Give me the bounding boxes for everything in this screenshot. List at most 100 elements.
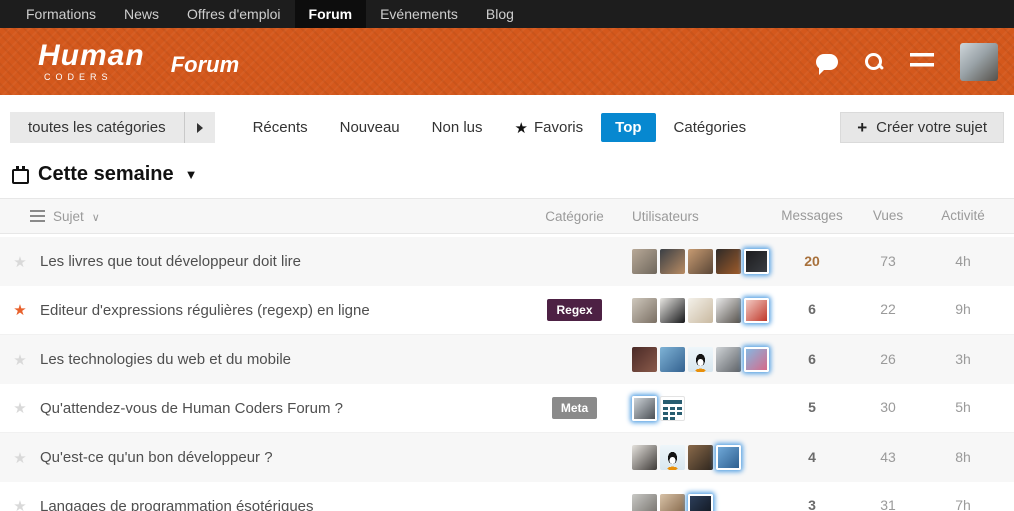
topic-title[interactable]: Qu'attendez-vous de Human Coders Forum ? — [40, 400, 343, 417]
star-icon: ★ — [514, 119, 528, 137]
poster-avatar[interactable] — [660, 249, 685, 274]
calendar-icon — [12, 165, 29, 184]
forum-header: Human CODERS Forum — [0, 28, 1014, 95]
table-row: ★ Qu'est-ce qu'un bon développeur ? 4 43… — [0, 433, 1014, 482]
posters-avatars — [632, 347, 772, 372]
table-row: ★ Les livres que tout développeur doit l… — [0, 237, 1014, 286]
poster-avatar[interactable] — [716, 347, 741, 372]
brand-logo[interactable]: Human CODERS Forum — [38, 41, 239, 82]
filter-nav-row: toutes les catégories Récents Nouveau No… — [0, 95, 1014, 157]
site-topbar: Formations News Offres d'emploi Forum Ev… — [0, 0, 1014, 28]
poster-avatar[interactable] — [688, 249, 713, 274]
topbar-item-evenements[interactable]: Evénements — [366, 0, 472, 28]
messages-count[interactable]: 4 — [808, 449, 816, 465]
period-selector[interactable]: Cette semaine ▼ — [0, 157, 1014, 198]
tab-nouveau[interactable]: Nouveau — [326, 113, 414, 142]
category-filter-dropdown[interactable]: toutes les catégories — [10, 112, 215, 143]
poster-avatar[interactable] — [632, 395, 657, 421]
activity-age[interactable]: 4h — [955, 253, 971, 269]
poster-avatar[interactable] — [688, 445, 713, 470]
views-count: 43 — [880, 448, 896, 465]
tab-categories[interactable]: Catégories — [660, 113, 761, 142]
favorite-star-icon[interactable]: ★ — [13, 399, 26, 417]
favorite-star-icon[interactable]: ★ — [13, 351, 26, 369]
activity-age[interactable]: 9h — [955, 301, 971, 317]
table-row: ★ Langages de programmation ésotériques … — [0, 482, 1014, 511]
topbar-item-formations[interactable]: Formations — [12, 0, 110, 28]
topic-title[interactable]: Les livres que tout développeur doit lir… — [40, 253, 301, 270]
poster-avatar[interactable] — [632, 493, 657, 511]
header-utilisateurs[interactable]: Utilisateurs — [632, 209, 699, 224]
activity-age[interactable]: 3h — [955, 351, 971, 367]
favorite-star-icon[interactable]: ★ — [13, 253, 26, 271]
category-filter-caret[interactable] — [183, 112, 215, 143]
category-badge[interactable]: Regex — [547, 299, 602, 321]
views-count: 30 — [880, 399, 896, 415]
posters-avatars — [632, 249, 772, 274]
topbar-item-news[interactable]: News — [110, 0, 173, 28]
hamburger-menu-icon[interactable] — [910, 53, 934, 70]
views-count: 26 — [880, 350, 896, 367]
poster-avatar[interactable] — [716, 297, 741, 323]
favorite-star-icon[interactable]: ★ — [13, 449, 26, 467]
activity-age[interactable]: 8h — [955, 449, 971, 465]
header-activite[interactable]: Activité — [941, 208, 985, 223]
poster-avatar[interactable] — [744, 347, 769, 372]
header-sujet[interactable]: Sujet — [53, 209, 84, 224]
poster-avatar-grid-logo[interactable] — [660, 395, 685, 421]
messages-count[interactable]: 6 — [808, 351, 816, 367]
poster-avatar-penguin[interactable] — [688, 347, 713, 372]
activity-age[interactable]: 7h — [955, 497, 971, 511]
poster-avatar[interactable] — [688, 297, 713, 323]
user-avatar[interactable] — [960, 42, 998, 81]
messages-count[interactable]: 3 — [808, 497, 816, 511]
favorite-star-icon[interactable]: ★ — [13, 301, 26, 319]
header-categorie[interactable]: Catégorie — [545, 209, 604, 224]
period-title: Cette semaine — [38, 163, 174, 185]
poster-avatar[interactable] — [632, 445, 657, 470]
topic-title[interactable]: Les technologies du web et du mobile — [40, 351, 291, 368]
tab-favoris[interactable]: ★ Favoris — [501, 113, 598, 143]
notifications-chat-icon[interactable] — [816, 53, 838, 75]
activity-age[interactable]: 5h — [955, 399, 971, 415]
poster-avatar-penguin[interactable] — [660, 445, 685, 470]
caret-right-icon — [196, 122, 203, 133]
topic-title[interactable]: Langages de programmation ésotériques — [40, 498, 314, 511]
tab-top[interactable]: Top — [601, 113, 656, 142]
tab-non-lus[interactable]: Non lus — [418, 113, 497, 142]
header-vues[interactable]: Vues — [873, 208, 903, 223]
category-badge[interactable]: Meta — [551, 397, 598, 419]
brand-human-coders: Human CODERS — [38, 41, 145, 82]
header-messages[interactable]: Messages — [781, 208, 843, 223]
search-icon[interactable] — [864, 52, 884, 72]
posters-avatars — [632, 297, 772, 323]
tab-recents[interactable]: Récents — [239, 113, 322, 142]
views-count: 31 — [880, 497, 896, 511]
topic-title[interactable]: Editeur d'expressions régulières (regexp… — [40, 302, 370, 319]
poster-avatar[interactable] — [660, 297, 685, 323]
messages-count[interactable]: 5 — [808, 399, 816, 415]
poster-avatar[interactable] — [660, 493, 685, 511]
poster-avatar[interactable] — [688, 493, 713, 511]
tab-favoris-label: Favoris — [533, 119, 584, 136]
poster-avatar[interactable] — [716, 445, 741, 470]
chevron-down-icon: ∨ — [91, 211, 100, 224]
topic-title[interactable]: Qu'est-ce qu'un bon développeur ? — [40, 449, 273, 466]
messages-count[interactable]: 6 — [808, 301, 816, 317]
poster-avatar[interactable] — [660, 347, 685, 372]
topbar-item-blog[interactable]: Blog — [472, 0, 528, 28]
poster-avatar[interactable] — [744, 297, 769, 323]
list-icon[interactable] — [30, 210, 45, 222]
topbar-item-offres-emploi[interactable]: Offres d'emploi — [173, 0, 294, 28]
messages-count[interactable]: 20 — [804, 253, 820, 269]
poster-avatar[interactable] — [632, 297, 657, 323]
brand-forum-label: Forum — [170, 52, 240, 77]
favorite-star-icon[interactable]: ★ — [13, 497, 26, 511]
poster-avatar[interactable] — [632, 347, 657, 372]
poster-avatar[interactable] — [744, 249, 769, 274]
views-count: 22 — [880, 301, 896, 317]
topbar-item-forum[interactable]: Forum — [294, 0, 367, 28]
create-topic-button[interactable]: + Créer votre sujet — [840, 112, 1004, 143]
poster-avatar[interactable] — [632, 249, 657, 274]
poster-avatar[interactable] — [716, 249, 741, 274]
